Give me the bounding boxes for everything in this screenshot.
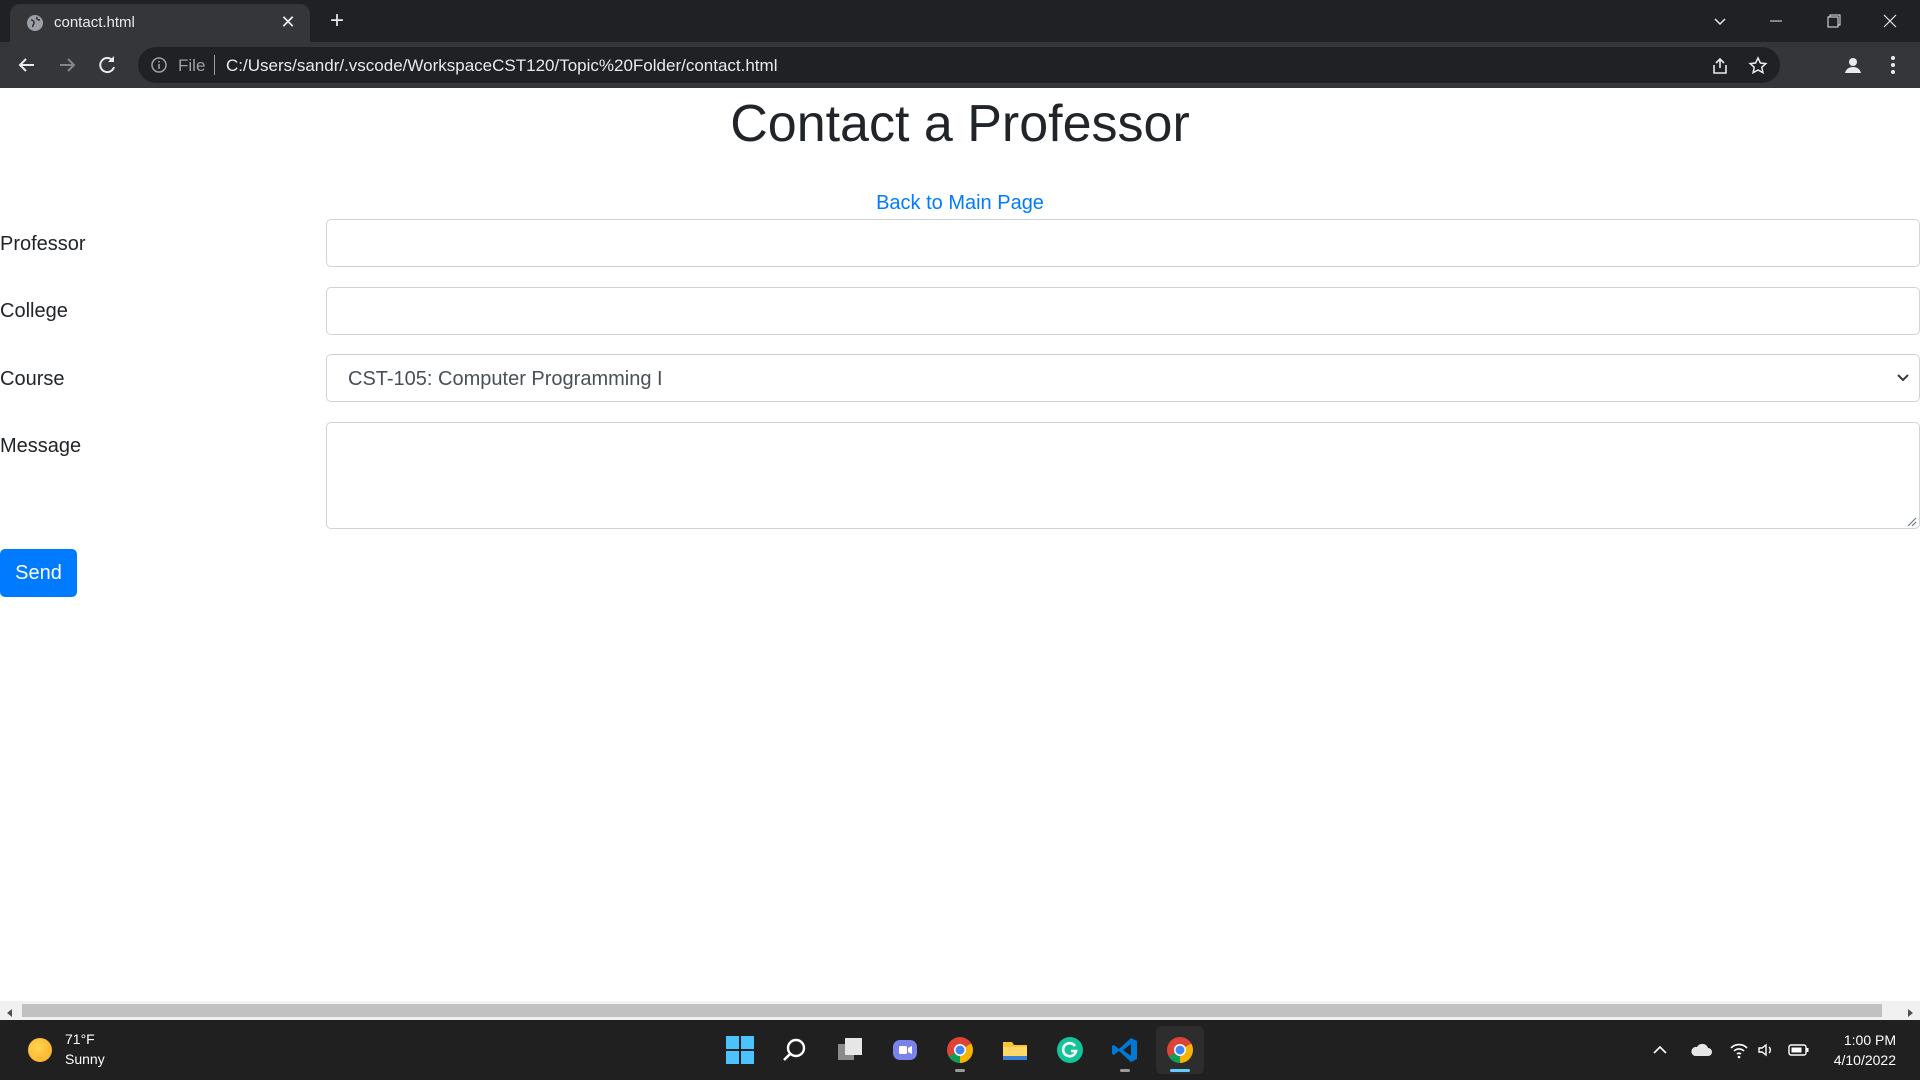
tab-search-icon[interactable] [1692,0,1748,42]
chrome-icon[interactable] [1156,1026,1204,1074]
message-label: Message [0,435,82,457]
address-bar[interactable]: File C:/Users/sandr/.vscode/WorkspaceCST… [138,47,1780,83]
url-scheme-label: File [178,56,206,75]
horizontal-scrollbar[interactable] [0,1001,1920,1020]
bookmark-star-icon[interactable] [1748,56,1768,76]
resize-handle-icon[interactable] [1905,514,1917,527]
tab-title: contact.html [54,14,135,31]
close-window-button[interactable] [1862,0,1918,42]
back-arrow-icon[interactable] [13,51,41,79]
course-label: Course [0,368,65,390]
kebab-menu-icon[interactable] [1882,54,1904,76]
windows-taskbar: 71°F Sunny 1:00 PM 4/10/2022 [0,1020,1920,1080]
weather-condition[interactable]: Sunny [65,1051,105,1067]
vscode-icon[interactable] [1101,1026,1149,1074]
share-icon[interactable] [1710,56,1730,76]
file-explorer-icon[interactable] [991,1026,1039,1074]
clock-date: 4/10/2022 [1833,1052,1896,1068]
message-textarea[interactable] [326,422,1920,529]
battery-icon[interactable] [1788,1040,1809,1060]
professor-label: Professor [0,233,86,255]
wifi-icon[interactable] [1729,1040,1749,1060]
browser-toolbar: File C:/Users/sandr/.vscode/WorkspaceCST… [0,42,1920,88]
running-indicator [955,1069,965,1072]
clock-time: 1:00 PM [1843,1032,1896,1048]
teams-chat-icon[interactable] [881,1026,929,1074]
forward-arrow-icon[interactable] [53,51,81,79]
scroll-left-icon[interactable] [5,1005,15,1017]
college-input[interactable] [326,287,1920,335]
new-tab-button[interactable]: + [324,8,350,34]
url-text[interactable]: C:/Users/sandr/.vscode/WorkspaceCST120/T… [226,56,777,76]
start-icon[interactable] [716,1026,764,1074]
restore-button[interactable] [1806,0,1862,42]
back-to-main-link[interactable]: Back to Main Page [0,192,1920,215]
course-select[interactable]: CST-105: Computer Programming I [326,354,1920,402]
active-indicator [1170,1069,1190,1072]
tab-close-icon[interactable]: ✕ [278,12,298,32]
globe-icon [26,14,44,32]
college-label: College [0,300,68,322]
sun-weather-icon[interactable] [28,1038,52,1062]
volume-icon[interactable] [1756,1040,1776,1060]
send-button[interactable]: Send [0,549,77,597]
browser-tab-active[interactable]: contact.html ✕ [10,4,310,42]
task-view-icon[interactable] [826,1026,874,1074]
grammarly-icon[interactable] [1046,1026,1094,1074]
system-clock[interactable]: 1:00 PM 4/10/2022 [1834,1030,1896,1070]
site-info-icon[interactable] [150,56,168,74]
onedrive-cloud-icon[interactable] [1690,1040,1712,1060]
scroll-right-icon[interactable] [1905,1005,1915,1017]
url-divider [214,55,215,75]
professor-input[interactable] [326,219,1920,267]
course-selected-value: CST-105: Computer Programming I [348,368,663,390]
profile-avatar-icon[interactable] [1842,54,1864,76]
page-viewport: Contact a Professor Back to Main Page Pr… [0,88,1920,1001]
chrome-icon[interactable] [936,1026,984,1074]
page-title: Contact a Professor [730,95,1190,153]
reload-icon[interactable] [93,51,121,79]
minimize-button[interactable] [1748,0,1804,42]
running-indicator [1120,1069,1130,1072]
browser-tab-strip: contact.html ✕ + [0,0,1920,42]
chevron-down-icon [1895,371,1911,385]
chevron-up-icon[interactable] [1650,1040,1670,1060]
weather-temperature[interactable]: 71°F [65,1031,95,1047]
scrollbar-thumb[interactable] [22,1004,1882,1017]
search-icon[interactable] [771,1026,819,1074]
